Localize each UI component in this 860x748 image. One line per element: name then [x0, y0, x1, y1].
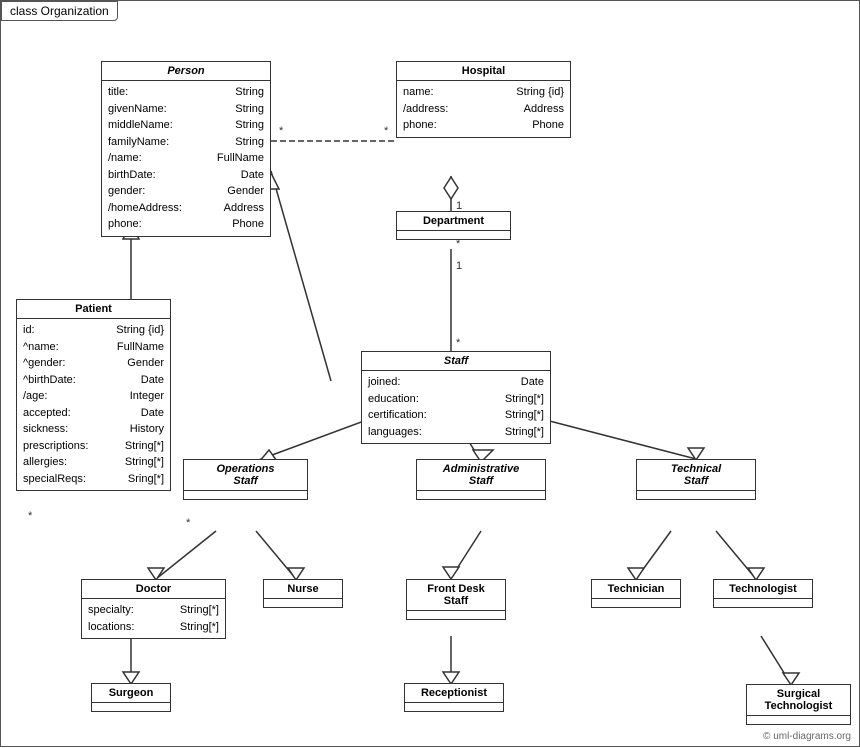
front-desk-body	[407, 611, 505, 619]
department-header: Department	[397, 212, 510, 231]
svg-text:*: *	[186, 517, 191, 529]
svg-text:*: *	[456, 337, 461, 349]
svg-text:1: 1	[456, 260, 462, 272]
staff-class: Staff joined:Date education:String[*] ce…	[361, 351, 551, 444]
technician-class: Technician	[591, 579, 681, 608]
svg-text:*: *	[28, 510, 33, 522]
receptionist-class: Receptionist	[404, 683, 504, 712]
doctor-body: specialty:String[*] locations:String[*]	[82, 599, 225, 638]
staff-header: Staff	[362, 352, 550, 371]
admin-staff-class: Administrative Staff	[416, 459, 546, 500]
admin-staff-header: Administrative Staff	[417, 460, 545, 491]
front-desk-class: Front Desk Staff	[406, 579, 506, 620]
technician-body	[592, 599, 680, 607]
staff-body: joined:Date education:String[*] certific…	[362, 371, 550, 443]
patient-class: Patient id:String {id} ^name:FullName ^g…	[16, 299, 171, 491]
patient-header: Patient	[17, 300, 170, 319]
person-class: Person title:String givenName:String mid…	[101, 61, 271, 237]
svg-text:*: *	[384, 125, 389, 137]
svg-text:*: *	[279, 125, 284, 137]
tech-staff-body	[637, 491, 755, 499]
tech-staff-class: Technical Staff	[636, 459, 756, 500]
surgical-tech-class: Surgical Technologist	[746, 684, 851, 725]
surgical-tech-body	[747, 716, 850, 724]
department-body	[397, 231, 510, 239]
surgeon-body	[92, 703, 170, 711]
technologist-body	[714, 599, 812, 607]
surgeon-class: Surgeon	[91, 683, 171, 712]
front-desk-header: Front Desk Staff	[407, 580, 505, 611]
receptionist-body	[405, 703, 503, 711]
hospital-class: Hospital name:String {id} /address:Addre…	[396, 61, 571, 138]
person-header: Person	[102, 62, 270, 81]
admin-staff-body	[417, 491, 545, 499]
surgeon-header: Surgeon	[92, 684, 170, 703]
hospital-header: Hospital	[397, 62, 570, 81]
surgical-tech-header: Surgical Technologist	[747, 685, 850, 716]
ops-staff-class: Operations Staff	[183, 459, 308, 500]
technician-header: Technician	[592, 580, 680, 599]
patient-body: id:String {id} ^name:FullName ^gender:Ge…	[17, 319, 170, 490]
technologist-header: Technologist	[714, 580, 812, 599]
diagram-container: class Organization * * 1 * 1 *	[0, 0, 860, 747]
tech-staff-header: Technical Staff	[637, 460, 755, 491]
hospital-body: name:String {id} /address:Address phone:…	[397, 81, 570, 137]
nurse-header: Nurse	[264, 580, 342, 599]
copyright: © uml-diagrams.org	[763, 731, 851, 742]
diagram-title: class Organization	[1, 1, 118, 21]
ops-staff-body	[184, 491, 307, 499]
nurse-class: Nurse	[263, 579, 343, 608]
doctor-class: Doctor specialty:String[*] locations:Str…	[81, 579, 226, 639]
technologist-class: Technologist	[713, 579, 813, 608]
nurse-body	[264, 599, 342, 607]
doctor-header: Doctor	[82, 580, 225, 599]
receptionist-header: Receptionist	[405, 684, 503, 703]
ops-staff-header: Operations Staff	[184, 460, 307, 491]
person-body: title:String givenName:String middleName…	[102, 81, 270, 236]
department-class: Department	[396, 211, 511, 240]
